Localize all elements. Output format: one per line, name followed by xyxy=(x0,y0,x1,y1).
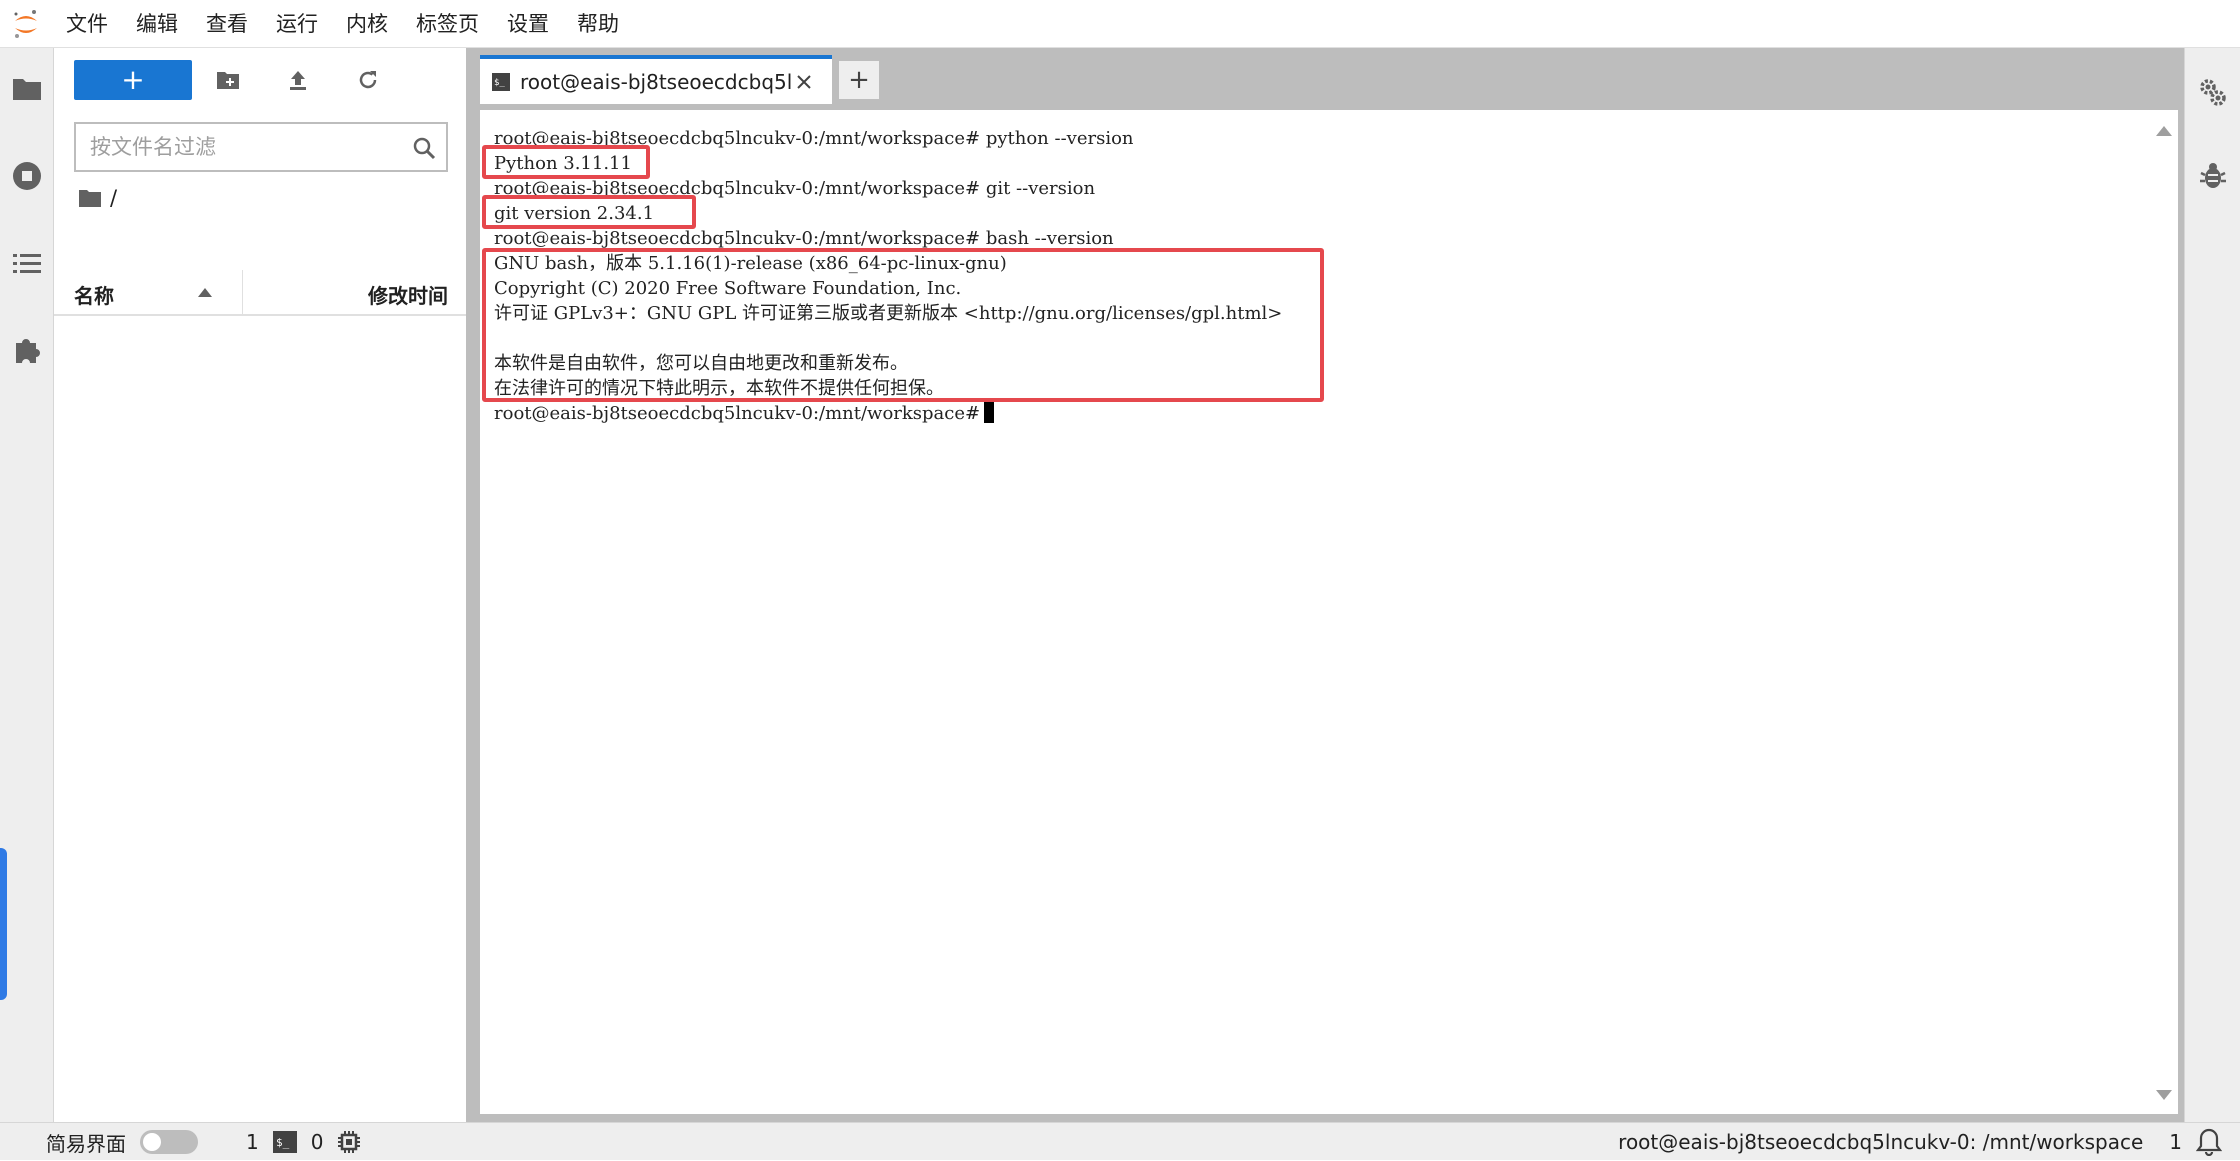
file-filter xyxy=(74,122,448,172)
main-area: $_ root@eais-bj8tseoecdcbq5ln + root@eai… xyxy=(474,48,2184,1122)
terminal-icon: $_ xyxy=(492,72,510,91)
highlight-python-version xyxy=(482,145,650,179)
refresh-icon xyxy=(359,71,377,89)
simple-mode-label: 简易界面 xyxy=(46,1131,126,1156)
status-left: 简易界面 1 $_ 0 xyxy=(46,1123,361,1161)
terminal-cursor xyxy=(984,402,995,423)
folder-icon[interactable] xyxy=(78,188,102,208)
terminal-icon[interactable]: $_ xyxy=(272,1131,297,1153)
terminal-view[interactable]: root@eais-bj8tseoecdcbq5lncukv-0:/mnt/wo… xyxy=(480,110,2178,1114)
filter-input[interactable] xyxy=(76,124,396,170)
file-list-header: 名称 修改时间 xyxy=(54,270,466,316)
kernel-count[interactable]: 1 xyxy=(246,1130,259,1154)
notifications[interactable]: 1 xyxy=(2169,1128,2222,1156)
table-of-contents-tab[interactable] xyxy=(0,234,54,294)
sort-ascending-icon xyxy=(198,288,212,297)
svg-text:$_: $_ xyxy=(276,1136,290,1149)
breadcrumb-root[interactable]: / xyxy=(110,186,117,210)
refresh-button[interactable] xyxy=(348,60,388,100)
new-launcher-button[interactable]: + xyxy=(74,60,192,100)
scroll-up-icon[interactable] xyxy=(2156,126,2172,136)
puzzle-icon xyxy=(16,339,40,363)
new-folder-icon xyxy=(217,72,239,89)
search-icon xyxy=(413,137,436,160)
bug-icon xyxy=(2200,163,2226,188)
left-activity-bar xyxy=(0,48,54,1122)
tab-bar: $_ root@eais-bj8tseoecdcbq5ln + xyxy=(474,48,2184,104)
close-icon xyxy=(797,74,811,89)
scroll-down-icon[interactable] xyxy=(2156,1090,2172,1100)
menu-view[interactable]: 查看 xyxy=(192,0,262,48)
status-bar: 简易界面 1 $_ 0 root@eais-bj8tseoecdcbq5lncu… xyxy=(0,1122,2240,1160)
new-folder-button[interactable] xyxy=(208,60,248,100)
add-tab-button[interactable]: + xyxy=(838,60,880,100)
extension-manager-tab[interactable] xyxy=(0,320,54,380)
highlight-bash-version xyxy=(482,248,1324,402)
column-modified[interactable]: 修改时间 xyxy=(368,280,448,309)
upload-icon xyxy=(290,71,306,90)
toggle-knob xyxy=(143,1133,161,1151)
menu-run[interactable]: 运行 xyxy=(262,0,332,48)
add-tab-label: + xyxy=(848,65,870,95)
tab-label: root@eais-bj8tseoecdcbq5ln xyxy=(520,69,792,94)
side-handle[interactable] xyxy=(0,848,7,1000)
terminal-prompt: root@eais-bj8tseoecdcbq5lncukv-0:/mnt/wo… xyxy=(494,403,981,424)
running-sessions-tab[interactable] xyxy=(0,146,54,206)
notification-count: 1 xyxy=(2169,1130,2182,1154)
menu-edit[interactable]: 编辑 xyxy=(122,0,192,48)
jupyter-logo-icon xyxy=(0,0,52,48)
folder-icon xyxy=(13,79,41,100)
menu-tabs[interactable]: 标签页 xyxy=(402,0,493,48)
current-path[interactable]: root@eais-bj8tseoecdcbq5lncukv-0: /mnt/w… xyxy=(1618,1130,2143,1154)
list-icon xyxy=(13,254,41,273)
menu-help[interactable]: 帮助 xyxy=(563,0,633,48)
terminal-prompt-line: root@eais-bj8tseoecdcbq5lncukv-0:/mnt/wo… xyxy=(494,401,1282,426)
simple-mode-toggle[interactable] xyxy=(140,1130,198,1154)
menu-bar: 文件 编辑 查看 运行 内核 标签页 设置 帮助 xyxy=(0,0,2240,48)
close-tab-button[interactable] xyxy=(796,74,812,90)
breadcrumb: / xyxy=(78,182,117,214)
file-browser-tab[interactable] xyxy=(0,58,54,118)
column-divider[interactable] xyxy=(242,270,243,314)
stop-circle-icon xyxy=(13,162,41,190)
right-sidebar xyxy=(2184,48,2240,1122)
gears-icon xyxy=(2200,79,2226,106)
terminal-count[interactable]: 0 xyxy=(311,1130,324,1154)
tab-terminal[interactable]: $_ root@eais-bj8tseoecdcbq5ln xyxy=(480,55,832,104)
column-name[interactable]: 名称 xyxy=(74,280,114,309)
debugger-tab[interactable] xyxy=(2185,146,2240,206)
plus-label: + xyxy=(121,63,145,96)
menu-settings[interactable]: 设置 xyxy=(493,0,563,48)
upload-button[interactable] xyxy=(278,60,318,100)
panel-splitter[interactable] xyxy=(466,48,474,1122)
property-inspector-tab[interactable] xyxy=(2185,62,2240,122)
bell-icon xyxy=(2196,1128,2222,1156)
menu-file[interactable]: 文件 xyxy=(52,0,122,48)
cpu-chip-icon[interactable] xyxy=(337,1130,361,1154)
file-browser-panel: + / 名称 修改时间 xyxy=(54,48,466,1122)
svg-text:$_: $_ xyxy=(494,78,505,88)
highlight-git-version xyxy=(482,195,696,229)
menu-kernel[interactable]: 内核 xyxy=(332,0,402,48)
status-right: root@eais-bj8tseoecdcbq5lncukv-0: /mnt/w… xyxy=(1618,1123,2222,1161)
